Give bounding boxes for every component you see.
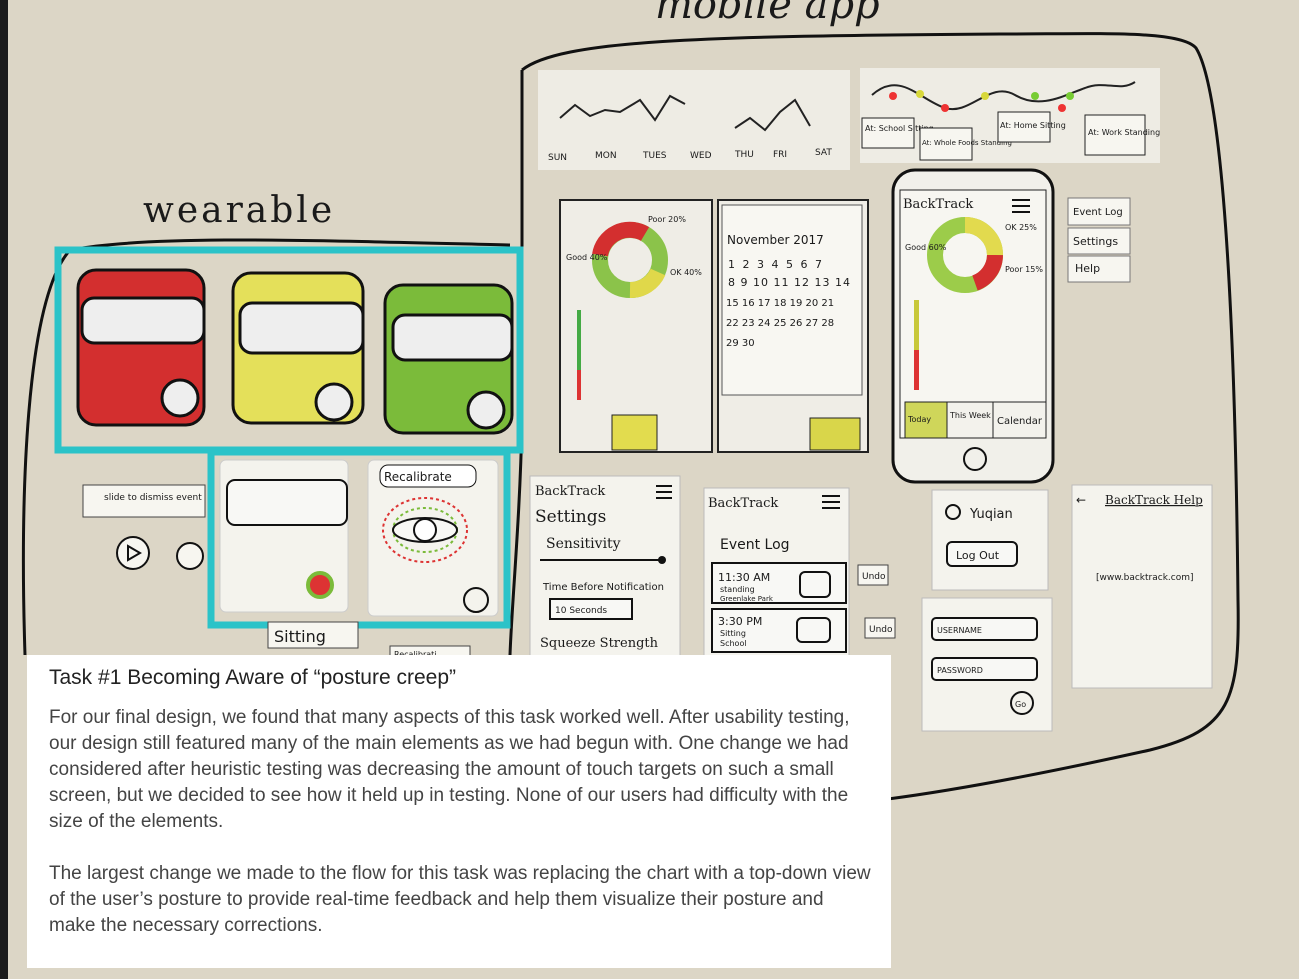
svg-text:Calendar: Calendar <box>997 416 1043 427</box>
svg-text:Time Before Notification: Time Before Notification <box>542 582 664 593</box>
svg-text:3:30 PM: 3:30 PM <box>718 615 762 628</box>
side-menu: Event Log Settings Help <box>1067 197 1131 283</box>
photo-stage: mobile app wearable SUN MON TUES WED THU… <box>0 0 1299 979</box>
svg-text:BackTrack Help: BackTrack Help <box>1105 493 1203 507</box>
pause-icon <box>176 542 204 570</box>
svg-text:[www.backtrack.com]: [www.backtrack.com] <box>1096 573 1194 583</box>
svg-text:Recalibrate: Recalibrate <box>384 470 452 484</box>
svg-text:November 2017: November 2017 <box>727 233 824 247</box>
svg-text:10 Seconds: 10 Seconds <box>555 606 607 616</box>
caption-paragraph-1: For our final design, we found that many… <box>49 707 850 832</box>
svg-text:←: ← <box>1076 493 1086 507</box>
svg-text:PASSWORD: PASSWORD <box>937 666 983 675</box>
svg-text:Sensitivity: Sensitivity <box>546 536 621 552</box>
svg-text:BackTrack: BackTrack <box>708 496 778 511</box>
svg-text:Sitting: Sitting <box>274 627 326 646</box>
svg-text:Yuqian: Yuqian <box>969 507 1013 522</box>
svg-text:Poor 20%: Poor 20% <box>648 215 686 224</box>
svg-text:Squeeze Strength: Squeeze Strength <box>540 636 659 651</box>
svg-text:Help: Help <box>1075 262 1100 275</box>
svg-text:8 9 10 11 12 13 14: 8 9 10 11 12 13 14 <box>728 276 851 289</box>
svg-text:Event Log: Event Log <box>1073 207 1123 218</box>
svg-text:OK 40%: OK 40% <box>670 268 702 277</box>
svg-text:BackTrack: BackTrack <box>535 484 605 499</box>
svg-text:MON: MON <box>595 151 617 161</box>
svg-text:Settings: Settings <box>1073 235 1118 248</box>
svg-text:Sitting: Sitting <box>720 629 746 638</box>
svg-text:SUN: SUN <box>548 153 567 163</box>
svg-text:At: Home Sitting: At: Home Sitting <box>1000 121 1066 130</box>
svg-text:1 2 3 4 5 6 7: 1 2 3 4 5 6 7 <box>728 258 824 271</box>
svg-text:At: Work Standing: At: Work Standing <box>1088 128 1160 137</box>
svg-text:Log Out: Log Out <box>956 549 1000 562</box>
svg-text:USERNAME: USERNAME <box>937 626 982 635</box>
play-icon <box>116 536 150 570</box>
svg-text:Poor 15%: Poor 15% <box>1005 265 1043 274</box>
svg-text:11:30 AM: 11:30 AM <box>718 571 770 584</box>
settings-screen <box>529 475 681 662</box>
help-card <box>1071 484 1213 689</box>
caption-paragraph-2: The largest change we made to the flow f… <box>49 863 871 936</box>
caption-panel: Task #1 Becoming Aware of “posture creep… <box>27 655 891 968</box>
svg-text:SAT: SAT <box>815 148 832 158</box>
wearable-title: wearable <box>143 190 335 231</box>
svg-text:Event Log: Event Log <box>720 537 790 553</box>
svg-text:29 30: 29 30 <box>726 338 755 349</box>
svg-text:Go: Go <box>1015 700 1026 709</box>
wearable-red <box>76 268 206 427</box>
svg-text:22 23 24 25 26 27 28: 22 23 24 25 26 27 28 <box>726 318 834 329</box>
svg-text:15 16 17 18 19 20 21: 15 16 17 18 19 20 21 <box>726 298 834 309</box>
caption-title: Task #1 Becoming Aware of “posture creep… <box>49 666 456 689</box>
svg-text:OK 25%: OK 25% <box>1005 223 1037 232</box>
phone-tabs: Today This Week Calendar <box>904 401 1047 439</box>
svg-text:This Week: This Week <box>949 411 991 420</box>
svg-text:THU: THU <box>734 150 754 160</box>
svg-text:standing: standing <box>720 585 755 594</box>
wearable-green <box>383 283 514 435</box>
svg-text:Undo: Undo <box>869 625 893 635</box>
svg-text:Undo: Undo <box>862 572 886 582</box>
svg-text:slide to dismiss event: slide to dismiss event <box>104 493 202 503</box>
svg-text:TUES: TUES <box>642 151 667 161</box>
svg-text:BackTrack: BackTrack <box>903 197 973 212</box>
svg-text:Settings: Settings <box>535 507 606 527</box>
svg-text:FRI: FRI <box>773 150 787 160</box>
svg-text:WED: WED <box>690 151 712 161</box>
svg-text:Today: Today <box>907 415 931 424</box>
mobile-app-title: mobile app <box>655 0 880 28</box>
svg-text:Good 60%: Good 60% <box>905 243 947 252</box>
svg-text:School: School <box>720 639 747 648</box>
svg-text:Good 40%: Good 40% <box>566 253 608 262</box>
svg-text:Greenlake Park: Greenlake Park <box>720 595 774 603</box>
wearable-yellow <box>231 271 365 425</box>
